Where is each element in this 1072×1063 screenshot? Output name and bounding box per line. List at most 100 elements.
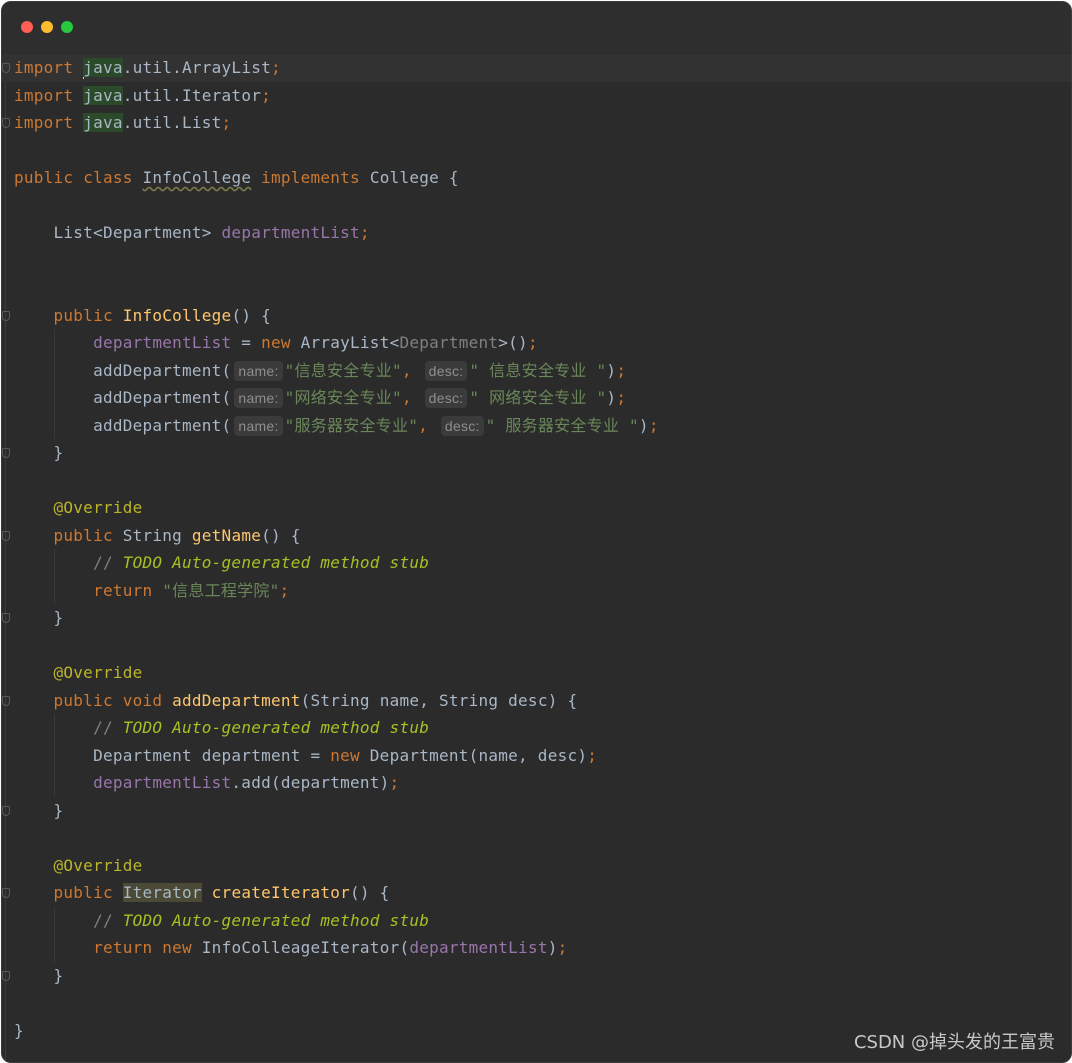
field-name: departmentList xyxy=(221,223,360,242)
code-line-20: return "信息工程学院"; xyxy=(2,576,1071,604)
maximize-window-button[interactable] xyxy=(61,21,73,33)
keyword: new xyxy=(162,938,192,957)
fold-marker-icon[interactable] xyxy=(2,448,10,458)
todo-comment: TODO Auto-generated method stub xyxy=(122,718,430,737)
indent-guide xyxy=(54,741,55,769)
punctuation: ) xyxy=(606,388,617,407)
string-literal: "网络安全专业" xyxy=(284,388,402,407)
code-line-1: import java.util.ArrayList; xyxy=(2,54,1071,82)
parameter-list: (String name, String desc) { xyxy=(300,690,578,710)
method-name: createIterator xyxy=(211,883,351,902)
indent-guide xyxy=(54,356,55,384)
fold-marker-icon[interactable] xyxy=(2,310,10,321)
punctuation: () { xyxy=(261,525,301,545)
close-window-button[interactable] xyxy=(21,21,33,33)
string-literal: "信息安全专业" xyxy=(284,360,402,380)
indent-guide xyxy=(54,384,55,412)
indent-guide xyxy=(54,934,55,962)
method-name: getName xyxy=(191,525,262,545)
keyword: class xyxy=(83,168,133,187)
interface-name: College { xyxy=(369,168,459,187)
comma: , xyxy=(418,415,429,435)
semicolon: ; xyxy=(616,388,627,407)
operator: = xyxy=(231,333,262,352)
constructor-call: Department(name, desc) xyxy=(369,745,588,765)
import-path: .util.List xyxy=(122,113,222,132)
semicolon: ; xyxy=(648,415,659,435)
param-hint: name: xyxy=(234,360,283,381)
keyword: return xyxy=(93,938,153,957)
punctuation: >() xyxy=(498,333,528,352)
field-ref: departmentList xyxy=(93,773,232,792)
window-titlebar xyxy=(2,2,1071,52)
code-line-23: @Override xyxy=(2,659,1071,687)
keyword: return xyxy=(93,580,153,600)
code-line-34: } xyxy=(2,962,1071,990)
code-line-25: // TODO Auto-generated method stub xyxy=(2,714,1071,742)
code-line-33: return new InfoColleageIterator(departme… xyxy=(2,934,1071,962)
code-line-27: departmentList.add(department); xyxy=(2,769,1071,797)
keyword: public xyxy=(53,690,113,710)
brace: } xyxy=(53,800,64,820)
todo-comment: TODO Auto-generated method stub xyxy=(122,553,430,572)
generic-type: Department xyxy=(399,333,499,352)
fold-marker-icon[interactable] xyxy=(2,695,10,706)
fold-marker-icon[interactable] xyxy=(2,118,10,128)
string-literal: " 信息安全专业 " xyxy=(469,360,607,380)
code-line-31: public Iterator createIterator() { xyxy=(2,879,1071,907)
code-line-28: } xyxy=(2,797,1071,825)
annotation: @Override xyxy=(53,663,143,682)
semicolon: ; xyxy=(279,580,290,600)
punctuation: () { xyxy=(350,883,390,902)
fold-marker-icon[interactable] xyxy=(2,805,10,816)
code-line-15: } xyxy=(2,439,1071,467)
code-line-26: Department department = new Department(n… xyxy=(2,741,1071,769)
method-call: addDepartment( xyxy=(93,415,232,435)
method-call: addDepartment( xyxy=(93,388,232,407)
keyword: public xyxy=(53,525,113,545)
indent-guide xyxy=(54,906,55,934)
punctuation: () { xyxy=(231,305,271,325)
annotation: @Override xyxy=(53,498,143,517)
constructor-call: InfoColleageIterator( xyxy=(201,938,410,957)
fold-marker-icon[interactable] xyxy=(2,970,10,981)
code-line-7: List<Department> departmentList; xyxy=(2,219,1071,247)
code-line-32: // TODO Auto-generated method stub xyxy=(2,906,1071,934)
semicolon: ; xyxy=(221,113,232,132)
minimize-window-button[interactable] xyxy=(41,21,53,33)
code-line-17: @Override xyxy=(2,494,1071,522)
semicolon: ; xyxy=(270,58,281,77)
code-area[interactable]: import java.util.ArrayList; import java.… xyxy=(2,54,1071,1044)
keyword: import xyxy=(14,113,74,132)
code-line-3: import java.util.List; xyxy=(2,109,1071,137)
semicolon: ; xyxy=(557,938,568,957)
code-line-30: @Override xyxy=(2,852,1071,880)
import-package: java xyxy=(83,85,123,105)
param-hint: name: xyxy=(234,388,283,408)
brace: } xyxy=(53,608,64,627)
code-line-11: departmentList = new ArrayList<Departmen… xyxy=(2,329,1071,357)
keyword: void xyxy=(122,690,163,710)
param-hint: name: xyxy=(234,415,283,436)
field-ref: departmentList xyxy=(409,938,548,957)
import-path: .util.ArrayList xyxy=(122,58,271,77)
indent-guide xyxy=(54,411,55,439)
semicolon: ; xyxy=(261,85,271,105)
code-line-5: public class InfoCollege implements Coll… xyxy=(2,164,1071,192)
annotation: @Override xyxy=(53,855,143,875)
fold-marker-icon[interactable] xyxy=(2,888,10,898)
fold-marker-icon[interactable] xyxy=(2,613,10,623)
brace: } xyxy=(53,965,64,985)
fold-marker-icon[interactable] xyxy=(2,63,10,73)
type-name: Iterator xyxy=(122,883,202,902)
param-hint: desc: xyxy=(424,388,468,408)
string-literal: "服务器安全专业" xyxy=(284,415,419,435)
keyword: import xyxy=(14,85,74,105)
indent-guide xyxy=(54,576,55,604)
fold-marker-icon[interactable] xyxy=(2,530,10,541)
import-package: java xyxy=(83,113,123,132)
